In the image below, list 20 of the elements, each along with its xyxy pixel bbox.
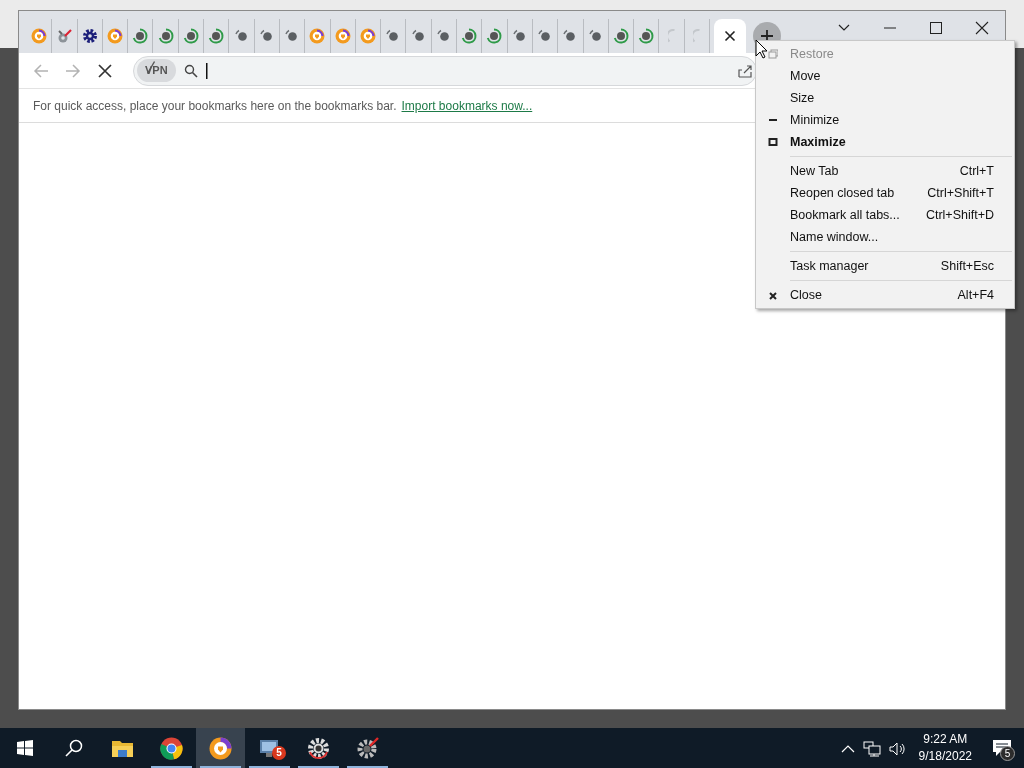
- menu-item[interactable]: Name window...: [756, 226, 1014, 248]
- bookmarks-hint: For quick access, place your bookmarks here on the bookmarks bar.: [33, 97, 397, 115]
- menu-item[interactable]: Reopen closed tab Ctrl+Shift+T: [756, 182, 1014, 204]
- vpn-button[interactable]: VPN: [137, 59, 176, 82]
- notifications-button[interactable]: 5: [980, 728, 1024, 768]
- taskbar-app[interactable]: 5: [245, 728, 294, 768]
- menu-item[interactable]: Bookmark all tabs... Ctrl+Shift+D: [756, 204, 1014, 226]
- menu-item[interactable]: New Tab Ctrl+T: [756, 160, 1014, 182]
- menu-item[interactable]: Maximize: [756, 131, 1014, 153]
- count-badge: 5: [272, 746, 286, 760]
- menu-item[interactable]: Close Alt+F4: [756, 284, 1014, 306]
- menu-item[interactable]: Task manager Shift+Esc: [756, 255, 1014, 277]
- clock-date: 9/18/2022: [918, 748, 972, 765]
- clock-time: 9:22 AM: [922, 731, 969, 748]
- menu-item[interactable]: Size: [756, 87, 1014, 109]
- address-bar[interactable]: VPN: [133, 55, 757, 86]
- notification-count: 5: [1000, 746, 1015, 761]
- menu-item[interactable]: Move: [756, 65, 1014, 87]
- menu-item[interactable]: Minimize: [756, 109, 1014, 131]
- import-bookmarks-link[interactable]: Import bookmarks now...: [401, 96, 533, 115]
